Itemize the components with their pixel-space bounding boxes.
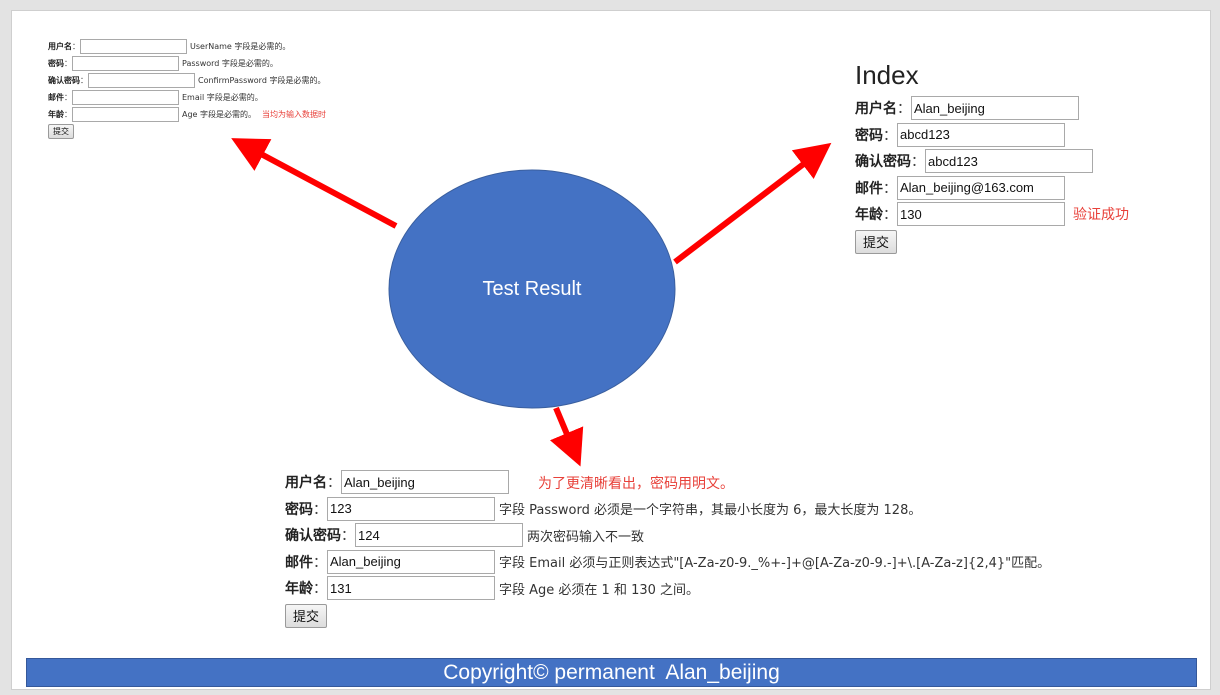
colon: ： [883,207,897,224]
empty-form-row-email: 邮件： Email 字段是必需的。 [48,89,326,106]
empty-form-row-confirm-password: 确认密码： ConfirmPassword 字段是必需的。 [48,72,326,89]
password-input[interactable]: abcd123 [897,122,1065,147]
test-result-ellipse [388,169,676,409]
age-error: Age 字段是必需的。 [182,110,257,119]
confirm-password-label: 确认密码 [48,76,80,85]
password-label: 密码 [855,127,883,144]
colon: ： [72,42,80,51]
email-input[interactable]: Alan_beijing@163.com [897,175,1065,200]
empty-form-row-password: 密码： Password 字段是必需的。 [48,55,326,72]
error-form-row-age: 年龄： 131 字段 Age 必须在 1 和 130 之间。 [285,575,1050,602]
age-input[interactable] [72,107,179,122]
submit-button[interactable]: 提交 [855,229,897,254]
error-form-row-confirm-password: 确认密码： 124 两次密码输入不一致 [285,522,1050,549]
username-label: 用户名 [855,101,897,118]
confirm-password-error: 两次密码输入不一致 [527,529,645,545]
age-input[interactable]: 130 [897,202,1065,227]
colon: ： [313,554,327,571]
username-label: 用户名 [285,475,327,492]
username-label: 用户名 [48,42,72,51]
email-error: 字段 Email 必须与正则表达式"[A-Za-z0-9._%+-]+@[A-Z… [499,556,1051,572]
page-title: Index [855,60,919,90]
age-error: 字段 Age 必须在 1 和 130 之间。 [499,582,700,598]
arrow-to-error-form [549,406,584,467]
colon: ： [313,501,327,518]
colon: ： [64,110,72,119]
confirm-password-input[interactable]: abcd123 [925,149,1093,174]
success-note: 验证成功 [1073,207,1129,224]
success-form-row-age: 年龄： 130 验证成功 [855,201,1129,228]
empty-form: 用户名： UserName 字段是必需的。 密码： Password 字段是必需… [48,38,326,139]
colon: ： [883,127,897,144]
password-label: 密码 [285,501,313,518]
password-label: 密码 [48,59,64,68]
success-form: Index 用户名： Alan_beijing 密码： abcd123 确认密码… [855,55,1129,254]
email-input[interactable]: Alan_beijing [327,549,495,574]
copyright-footer: Copyright© permanent Alan_beijing [26,658,1197,687]
confirm-password-label: 确认密码 [285,528,341,545]
confirm-password-error: ConfirmPassword 字段是必需的。 [198,76,326,85]
age-label: 年龄 [855,207,883,224]
password-input[interactable] [72,56,179,71]
colon: ： [897,101,911,118]
password-input[interactable]: 123 [327,496,495,521]
email-label: 邮件 [48,93,64,102]
email-label: 邮件 [855,180,883,197]
colon: ： [327,475,341,492]
username-input[interactable]: Alan_beijing [911,96,1079,121]
confirm-password-input[interactable] [88,73,195,88]
confirm-password-label: 确认密码 [855,154,911,171]
error-form-row-password: 密码： 123 字段 Password 必须是一个字符串，其最小长度为 6，最大… [285,496,1050,523]
empty-form-row-age: 年龄： Age 字段是必需的。 当均为输入数据时 [48,106,326,123]
email-label: 邮件 [285,554,313,571]
submit-button[interactable]: 提交 [48,124,74,139]
success-form-row-password: 密码： abcd123 [855,122,1129,149]
password-error: 字段 Password 必须是一个字符串，其最小长度为 6，最大长度为 128。 [499,503,922,519]
username-input[interactable]: Alan_beijing [341,470,509,495]
email-input[interactable] [72,90,179,105]
confirm-password-input[interactable]: 124 [355,523,523,548]
age-label: 年龄 [285,581,313,598]
success-form-row-confirm-password: 确认密码： abcd123 [855,148,1129,175]
email-error: Email 字段是必需的。 [182,93,263,102]
colon: ： [341,528,355,545]
submit-button[interactable]: 提交 [285,603,327,628]
username-input[interactable] [80,39,187,54]
success-form-row-username: 用户名： Alan_beijing [855,95,1129,122]
arrow-to-success-form [673,142,832,265]
colon: ： [64,93,72,102]
age-input[interactable]: 131 [327,576,495,601]
plaintext-note: 为了更清晰看出，密码用明文。 [538,476,734,492]
empty-form-row-username: 用户名： UserName 字段是必需的。 [48,38,326,55]
error-form-row-email: 邮件： Alan_beijing 字段 Email 必须与正则表达式"[A-Za… [285,549,1050,576]
age-label: 年龄 [48,110,64,119]
empty-form-note: 当均为输入数据时 [262,110,327,119]
username-error: UserName 字段是必需的。 [190,42,291,51]
password-error: Password 字段是必需的。 [182,59,278,68]
success-form-row-email: 邮件： Alan_beijing@163.com [855,175,1129,202]
colon: ： [313,581,327,598]
arrow-to-empty-form [231,138,398,229]
colon: ： [80,76,88,85]
colon: ： [64,59,72,68]
colon: ： [911,154,925,171]
colon: ： [883,180,897,197]
